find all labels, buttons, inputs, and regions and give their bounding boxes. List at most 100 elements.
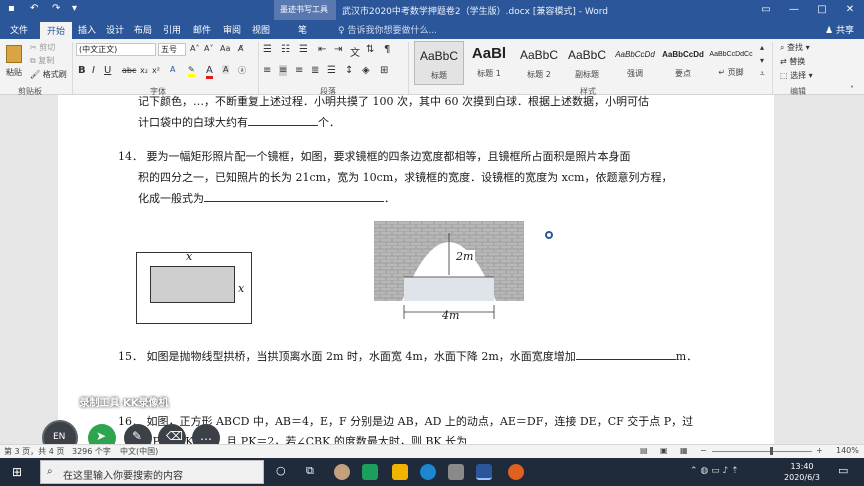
zoom-slider[interactable] <box>712 451 812 452</box>
tab-design[interactable]: 设计 <box>106 23 124 36</box>
bullets-icon[interactable]: ☰ <box>263 44 272 55</box>
strikethrough-button[interactable]: abc <box>122 66 136 75</box>
shading-icon[interactable]: ◈ <box>362 65 370 76</box>
styles-scroll-up-icon[interactable]: ▴ <box>760 43 764 52</box>
zoom-level[interactable]: 140% <box>836 446 859 455</box>
undo-icon[interactable]: ↶ <box>30 3 38 14</box>
tab-file[interactable]: 文件 <box>10 23 28 36</box>
tab-mailings[interactable]: 邮件 <box>193 23 211 36</box>
ribbon-display-icon[interactable]: ▭ <box>752 0 780 20</box>
tab-pen[interactable]: 笔 <box>298 23 307 36</box>
web-layout-icon[interactable]: ▦ <box>680 446 688 455</box>
read-mode-icon[interactable]: ▤ <box>640 446 648 455</box>
text-effects-icon[interactable]: A <box>170 65 175 74</box>
sort-icon[interactable]: ⇅ <box>366 44 374 55</box>
page-count[interactable]: 第 3 页，共 4 页 <box>4 446 64 457</box>
font-name-select[interactable]: (中文正文) <box>76 43 156 56</box>
copy-button[interactable]: ⧉ 复制 <box>30 55 54 66</box>
tab-references[interactable]: 引用 <box>163 23 181 36</box>
style-heading-1[interactable]: AaBl 标题 1 <box>464 41 514 85</box>
borders-icon[interactable]: ⊞ <box>380 65 388 76</box>
select-button[interactable]: ⬚ 选择 ▾ <box>780 70 813 81</box>
zoom-slider-thumb[interactable] <box>770 447 773 455</box>
share-button[interactable]: ♟ 共享 <box>825 23 854 36</box>
cortana-icon[interactable]: ○ <box>276 464 286 477</box>
tab-home[interactable]: 开始 <box>40 22 73 39</box>
underline-button[interactable]: U <box>104 65 111 76</box>
replace-button[interactable]: ⇄ 替换 <box>780 56 805 67</box>
style-title[interactable]: AaBbC 标题 <box>414 41 464 85</box>
increase-indent-icon[interactable]: ⇥ <box>334 44 342 55</box>
styles-more-icon[interactable]: ⩡ <box>760 69 765 79</box>
save-icon[interactable]: ▪ <box>8 3 15 14</box>
green-app-icon[interactable] <box>362 464 378 480</box>
language[interactable]: 中文(中国) <box>120 446 158 457</box>
distributed-icon[interactable]: ☰ <box>327 65 336 76</box>
italic-button[interactable]: I <box>92 65 95 76</box>
tab-review[interactable]: 审阅 <box>223 23 241 36</box>
ink-tools-label: 墨迹书写工具 <box>280 5 328 14</box>
tab-layout[interactable]: 布局 <box>134 23 152 36</box>
word-count[interactable]: 3296 个字 <box>72 446 111 457</box>
style-emphasis[interactable]: AaBbCcDd 强调 <box>610 41 660 85</box>
tab-insert[interactable]: 插入 <box>78 23 96 36</box>
zoom-in-icon[interactable]: + <box>816 446 823 455</box>
grow-font-icon[interactable]: A˄ <box>190 44 199 53</box>
style-subtitle[interactable]: AaBbC 副标题 <box>562 41 612 85</box>
redo-icon[interactable]: ↷ <box>52 3 60 14</box>
align-right-icon[interactable]: ≡ <box>295 65 303 76</box>
tell-me-box[interactable]: ♀ 告诉我你想要做什么... <box>338 23 437 36</box>
system-tray-icons[interactable]: ⌃ ◍ ▭ ♪ ⇡ <box>690 466 739 476</box>
change-case-icon[interactable]: Aa <box>220 44 230 53</box>
numbering-icon[interactable]: ☷ <box>281 44 290 55</box>
document-page[interactable]: 记下颜色，…，不断重复上述过程．小明共摸了 100 次，其中 60 次摸到白球．… <box>58 95 774 444</box>
customize-qat-icon[interactable]: ▾ <box>72 3 77 14</box>
align-center-icon[interactable]: ≡ <box>279 65 288 76</box>
styles-scroll-down-icon[interactable]: ▾ <box>760 56 764 65</box>
multilevel-list-icon[interactable]: ☰ <box>299 44 308 55</box>
format-painter-button[interactable]: 🖌 格式刷 <box>30 69 67 80</box>
align-left-icon[interactable]: ≡ <box>263 65 271 76</box>
bold-button[interactable]: B <box>78 65 86 76</box>
chinese-layout-icon[interactable]: 文 <box>350 44 360 59</box>
browser-icon[interactable] <box>420 464 436 480</box>
maximize-icon[interactable]: □ <box>808 0 836 20</box>
task-view-icon[interactable]: ⧉ <box>306 464 314 478</box>
text-line: 计口袋中的白球大约有 个． <box>138 114 340 130</box>
close-icon[interactable]: ✕ <box>836 0 864 20</box>
style-footer[interactable]: AaBbCcDdCc ↵ 页脚 <box>706 41 756 85</box>
collapse-ribbon-icon[interactable]: ˄ <box>850 85 854 94</box>
paste-icon[interactable] <box>6 45 22 63</box>
app-icon[interactable] <box>448 464 464 480</box>
char-shading-button[interactable]: A <box>222 65 230 74</box>
superscript-button[interactable]: x² <box>152 66 160 75</box>
paste-label[interactable]: 粘贴 <box>6 67 22 78</box>
file-explorer-icon[interactable] <box>392 464 408 480</box>
subscript-button[interactable]: x₂ <box>140 66 148 75</box>
taskbar-search[interactable]: ⌕ 在这里输入你要搜索的内容 <box>40 460 264 484</box>
style-strong[interactable]: AaBbCcDd 要点 <box>658 41 708 85</box>
style-heading-2[interactable]: AaBbC 标题 2 <box>514 41 564 85</box>
avatar-app-icon[interactable] <box>334 464 350 480</box>
enclose-char-icon[interactable]: ⓐ <box>238 65 246 76</box>
recorder-app-icon[interactable] <box>508 464 524 480</box>
font-color-button[interactable]: A <box>206 65 213 79</box>
cut-button[interactable]: ✂ 剪切 <box>30 42 55 53</box>
show-marks-icon[interactable]: ¶ <box>384 44 390 55</box>
word-icon[interactable] <box>476 464 492 480</box>
line-spacing-icon[interactable]: ↕ <box>345 65 353 76</box>
clock[interactable]: 13:40 2020/6/3 <box>782 461 822 483</box>
zoom-out-icon[interactable]: − <box>700 446 707 455</box>
find-button[interactable]: ⌕ 查找 ▾ <box>780 42 810 53</box>
windows-start-icon[interactable]: ⊞ <box>12 465 22 479</box>
justify-icon[interactable]: ≣ <box>311 65 319 76</box>
minimize-icon[interactable]: — <box>780 0 808 20</box>
tab-view[interactable]: 视图 <box>252 23 270 36</box>
decrease-indent-icon[interactable]: ⇤ <box>318 44 326 55</box>
clear-format-icon[interactable]: A̸ <box>238 44 243 53</box>
print-layout-icon[interactable]: ▣ <box>660 446 668 455</box>
font-size-select[interactable]: 五号 <box>158 43 186 56</box>
highlight-icon[interactable]: ✎ <box>188 65 195 77</box>
notifications-icon[interactable]: ▭ <box>838 464 848 477</box>
shrink-font-icon[interactable]: A˅ <box>204 44 213 53</box>
